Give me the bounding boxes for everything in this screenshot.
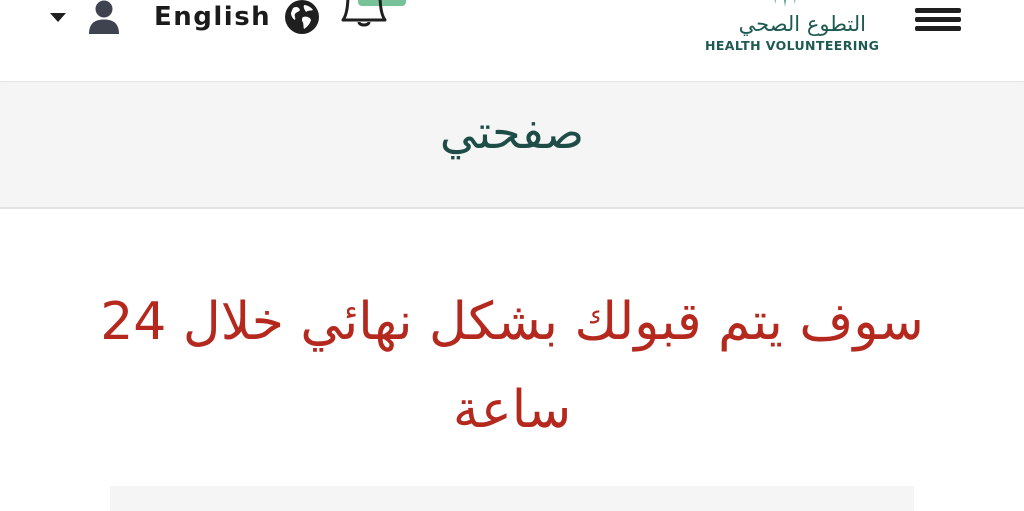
chevron-down-icon[interactable] (50, 13, 66, 23)
notifications-button[interactable] (340, 0, 412, 30)
page-title-band: صفحتي (0, 83, 1024, 209)
hamburger-menu-icon[interactable] (914, 4, 962, 34)
logo-english-text: HEALTH VOLUNTEERING (705, 38, 880, 53)
language-switch-link[interactable]: English (154, 2, 271, 32)
logo-arabic-text: التطوع الصحي (738, 12, 866, 36)
content-card (110, 486, 914, 511)
page-title: صفحتي (439, 105, 585, 159)
health-volunteering-logo[interactable]: التطوع الصحي HEALTH VOLUNTEERING (700, 0, 879, 56)
menu-bar (915, 17, 961, 22)
acceptance-message: سوف يتم قبولك بشكل نهائي خلال 24 ساعة (100, 292, 924, 440)
menu-bar (915, 8, 961, 13)
bell-icon (341, 0, 387, 27)
logo-mark-icon (774, 0, 796, 7)
globe-icon[interactable] (284, 0, 320, 35)
menu-bar (915, 26, 961, 31)
user-icon[interactable] (86, 0, 122, 34)
top-header: English التطوع الصحي HEALTH VOLUNTEERING (0, 0, 1024, 82)
